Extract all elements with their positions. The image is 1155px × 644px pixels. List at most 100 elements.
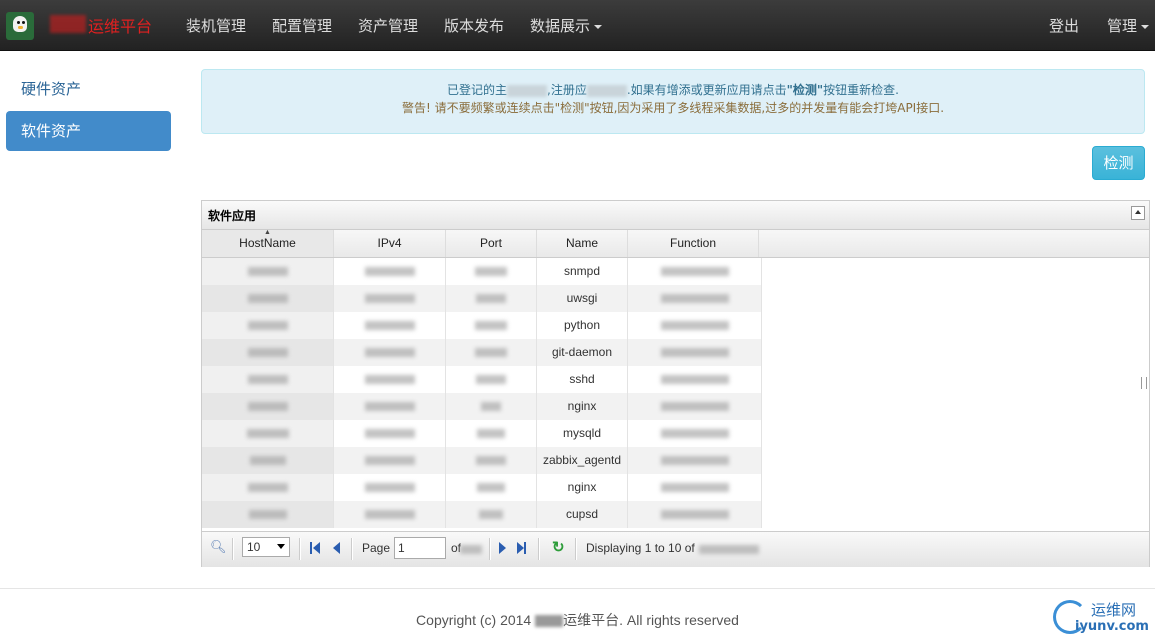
- resize-handle-icon[interactable]: [1141, 377, 1147, 389]
- penguin-logo-icon[interactable]: [6, 12, 34, 40]
- display-info: Displaying 1 to 10 of: [586, 541, 695, 555]
- software-grid: 软件应用 ▲ HostName IPv4 Port Name Function s…: [201, 200, 1150, 567]
- cell-function: [628, 474, 762, 501]
- grid-header: ▲ HostName IPv4 Port Name Function: [202, 229, 1149, 258]
- cell-port: [446, 285, 537, 312]
- cell-function: [628, 447, 762, 474]
- table-row[interactable]: uwsgi: [202, 285, 762, 312]
- cell-port: [446, 501, 537, 528]
- cell-function: [628, 393, 762, 420]
- cell-ipv4: [334, 447, 446, 474]
- cell-ipv4: [334, 258, 446, 285]
- next-page-icon[interactable]: [499, 542, 506, 554]
- cell-hostname: [202, 285, 334, 312]
- collapse-toggle-icon[interactable]: [1131, 206, 1145, 220]
- caret-down-icon: [1141, 24, 1150, 29]
- table-row[interactable]: python: [202, 312, 762, 339]
- col-function[interactable]: Function: [628, 230, 759, 257]
- admin-label: 管理: [1107, 17, 1138, 35]
- grid-title: 软件应用: [208, 209, 257, 223]
- cell-hostname: [202, 366, 334, 393]
- sort-asc-icon: ▲: [264, 229, 271, 236]
- page-label: Page: [362, 541, 391, 555]
- cell-port: [446, 420, 537, 447]
- cell-name: sshd: [537, 366, 628, 393]
- cell-port: [446, 366, 537, 393]
- cell-ipv4: [334, 501, 446, 528]
- first-page-arrow[interactable]: [313, 542, 320, 554]
- cell-ipv4: [334, 312, 446, 339]
- cell-ipv4: [334, 366, 446, 393]
- cell-ipv4: [334, 393, 446, 420]
- nav-install[interactable]: 装机管理: [186, 15, 246, 36]
- cell-function: [628, 339, 762, 366]
- cell-ipv4: [334, 420, 446, 447]
- last-page-icon[interactable]: [524, 542, 526, 554]
- cell-ipv4: [334, 339, 446, 366]
- cell-hostname: [202, 393, 334, 420]
- watermark-logo: 运维网 iyunv.com: [1053, 598, 1153, 640]
- cell-port: [446, 447, 537, 474]
- table-row[interactable]: git-daemon: [202, 339, 762, 366]
- nav-release[interactable]: 版本发布: [444, 15, 504, 36]
- col-name[interactable]: Name: [537, 230, 628, 257]
- refresh-icon[interactable]: ↻: [552, 538, 565, 556]
- alert-info-line: 已登记的主 ,注册应 .如果有增添或更新应用请点击"检测"按钮重新检查.: [446, 83, 899, 97]
- alert-warning-line: 警告! 请不要频繁或连续点击"检测"按钮,因为采用了多线程采集数据,过多的并发量…: [401, 101, 945, 115]
- nav-config[interactable]: 配置管理: [272, 15, 332, 36]
- table-row[interactable]: sshd: [202, 366, 762, 393]
- nav-data-label: 数据展示: [530, 17, 591, 35]
- info-alert: 已登记的主 ,注册应 .如果有增添或更新应用请点击"检测"按钮重新检查. 警告! 请…: [201, 69, 1145, 134]
- col-hostname[interactable]: ▲ HostName: [202, 229, 334, 257]
- cell-function: [628, 366, 762, 393]
- page-size-select[interactable]: 10: [242, 537, 290, 557]
- cell-port: [446, 474, 537, 501]
- cell-function: [628, 501, 762, 528]
- col-port[interactable]: Port: [446, 230, 537, 257]
- cell-hostname: [202, 501, 334, 528]
- table-row[interactable]: mysqld: [202, 420, 762, 447]
- cell-function: [628, 258, 762, 285]
- cell-port: [446, 312, 537, 339]
- sidebar-item-software[interactable]: 软件资产: [6, 111, 171, 151]
- first-page-icon[interactable]: [310, 542, 312, 554]
- footer-copyright: Copyright (c) 2014 运维平台. All rights rese…: [416, 612, 739, 628]
- top-navbar: 运维平台 装机管理 配置管理 资产管理 版本发布 数据展示 登出 管理: [0, 0, 1155, 51]
- check-button[interactable]: 检测: [1092, 146, 1145, 180]
- cell-name: uwsgi: [537, 285, 628, 312]
- cell-port: [446, 258, 537, 285]
- cell-function: [628, 285, 762, 312]
- cell-ipv4: [334, 474, 446, 501]
- last-page-arrow[interactable]: [517, 542, 524, 554]
- cell-hostname: [202, 258, 334, 285]
- cell-name: zabbix_agentd: [537, 447, 628, 474]
- search-icon[interactable]: 🔍︎: [210, 539, 227, 555]
- table-row[interactable]: nginx: [202, 393, 762, 420]
- logout-link[interactable]: 登出: [1049, 15, 1079, 36]
- prev-page-icon[interactable]: [333, 542, 340, 554]
- cell-port: [446, 339, 537, 366]
- table-row[interactable]: zabbix_agentd: [202, 447, 762, 474]
- cell-port: [446, 393, 537, 420]
- nav-data-dropdown[interactable]: 数据展示: [530, 15, 603, 36]
- cell-ipv4: [334, 285, 446, 312]
- admin-dropdown[interactable]: 管理: [1107, 15, 1150, 36]
- cell-name: snmpd: [537, 258, 628, 285]
- cell-name: git-daemon: [537, 339, 628, 366]
- cell-name: mysqld: [537, 420, 628, 447]
- cell-name: python: [537, 312, 628, 339]
- nav-assets[interactable]: 资产管理: [358, 15, 418, 36]
- grid-pager: 🔍︎ 10 Page 1 of ↻ Displaying 1 to 10 of: [202, 531, 1149, 567]
- cell-function: [628, 312, 762, 339]
- cell-name: nginx: [537, 393, 628, 420]
- table-row[interactable]: cupsd: [202, 501, 762, 528]
- brand-redacted: [50, 15, 86, 33]
- cell-hostname: [202, 420, 334, 447]
- page-number-input[interactable]: 1: [394, 537, 446, 559]
- cell-hostname: [202, 474, 334, 501]
- col-ipv4[interactable]: IPv4: [334, 230, 446, 257]
- brand-title[interactable]: 运维平台: [88, 13, 152, 37]
- table-row[interactable]: snmpd: [202, 258, 762, 285]
- table-row[interactable]: nginx: [202, 474, 762, 501]
- sidebar-item-hardware[interactable]: 硬件资产: [6, 69, 171, 109]
